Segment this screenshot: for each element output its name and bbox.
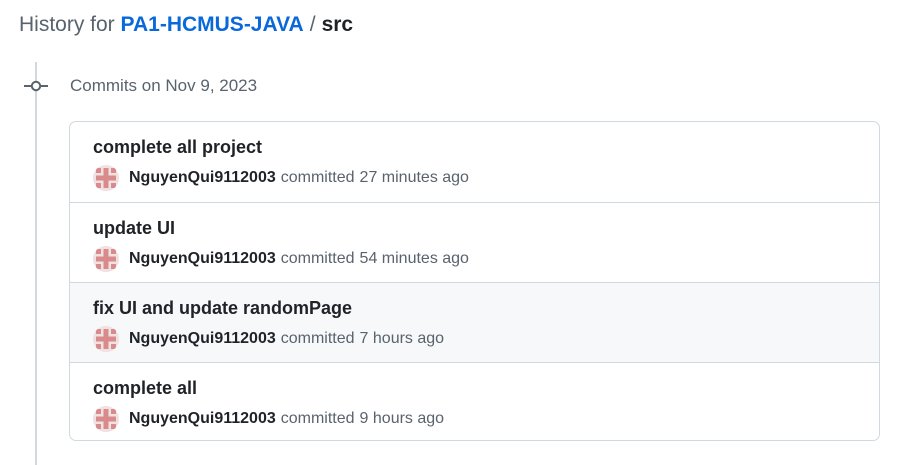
commit-time: 7 hours ago xyxy=(359,330,445,347)
commit-title-link[interactable]: complete all xyxy=(93,376,197,400)
commit-time: 27 minutes ago xyxy=(359,169,469,186)
commit-action: committed xyxy=(280,250,355,267)
commit-title-link[interactable]: fix UI and update randomPage xyxy=(93,296,352,320)
commit-group-date: Commits on Nov 9, 2023 xyxy=(70,76,258,95)
commit-list: complete all project NguyenQui9112003 co… xyxy=(69,121,880,441)
path-separator: / xyxy=(309,13,316,36)
identicon-icon xyxy=(93,406,119,432)
identicon-icon xyxy=(93,165,119,191)
commit-author-link[interactable]: NguyenQui9112003 xyxy=(129,169,276,187)
avatar[interactable] xyxy=(93,406,119,432)
git-commit-icon xyxy=(24,80,48,92)
identicon-icon xyxy=(93,326,119,352)
identicon-icon xyxy=(93,246,119,272)
avatar[interactable] xyxy=(93,326,119,352)
avatar[interactable] xyxy=(93,246,119,272)
history-prefix: History for xyxy=(19,13,115,36)
commit-action: committed xyxy=(280,169,355,186)
avatar[interactable] xyxy=(93,165,119,191)
commit-author-link[interactable]: NguyenQui9112003 xyxy=(129,250,276,268)
commit-row[interactable]: complete all NguyenQui9112003 committed … xyxy=(70,362,879,440)
commit-author-link[interactable]: NguyenQui9112003 xyxy=(129,330,276,348)
commit-title-link[interactable]: update UI xyxy=(93,216,175,240)
commit-row[interactable]: complete all project NguyenQui9112003 co… xyxy=(70,122,879,202)
commit-row[interactable]: fix UI and update randomPage NguyenQui91… xyxy=(70,282,879,362)
commit-meta: NguyenQui9112003 committed 27 minutes ag… xyxy=(93,165,469,191)
commit-meta: NguyenQui9112003 committed 7 hours ago xyxy=(93,326,444,352)
current-path: src xyxy=(321,13,354,36)
commit-meta: NguyenQui9112003 committed 9 hours ago xyxy=(93,406,444,432)
page-title: History for PA1-HCMUS-JAVA / src xyxy=(19,11,353,39)
commit-action: committed xyxy=(280,330,355,347)
commit-row[interactable]: update UI NguyenQui9112003 committed 54 … xyxy=(70,202,879,282)
commit-author-link[interactable]: NguyenQui9112003 xyxy=(129,410,276,428)
commit-time: 54 minutes ago xyxy=(359,250,469,267)
commit-time: 9 hours ago xyxy=(359,410,445,427)
commit-meta: NguyenQui9112003 committed 54 minutes ag… xyxy=(93,246,469,272)
timeline-line xyxy=(35,62,37,465)
repo-link[interactable]: PA1-HCMUS-JAVA xyxy=(121,13,304,36)
commit-action: committed xyxy=(280,410,355,427)
commit-title-link[interactable]: complete all project xyxy=(93,135,262,159)
